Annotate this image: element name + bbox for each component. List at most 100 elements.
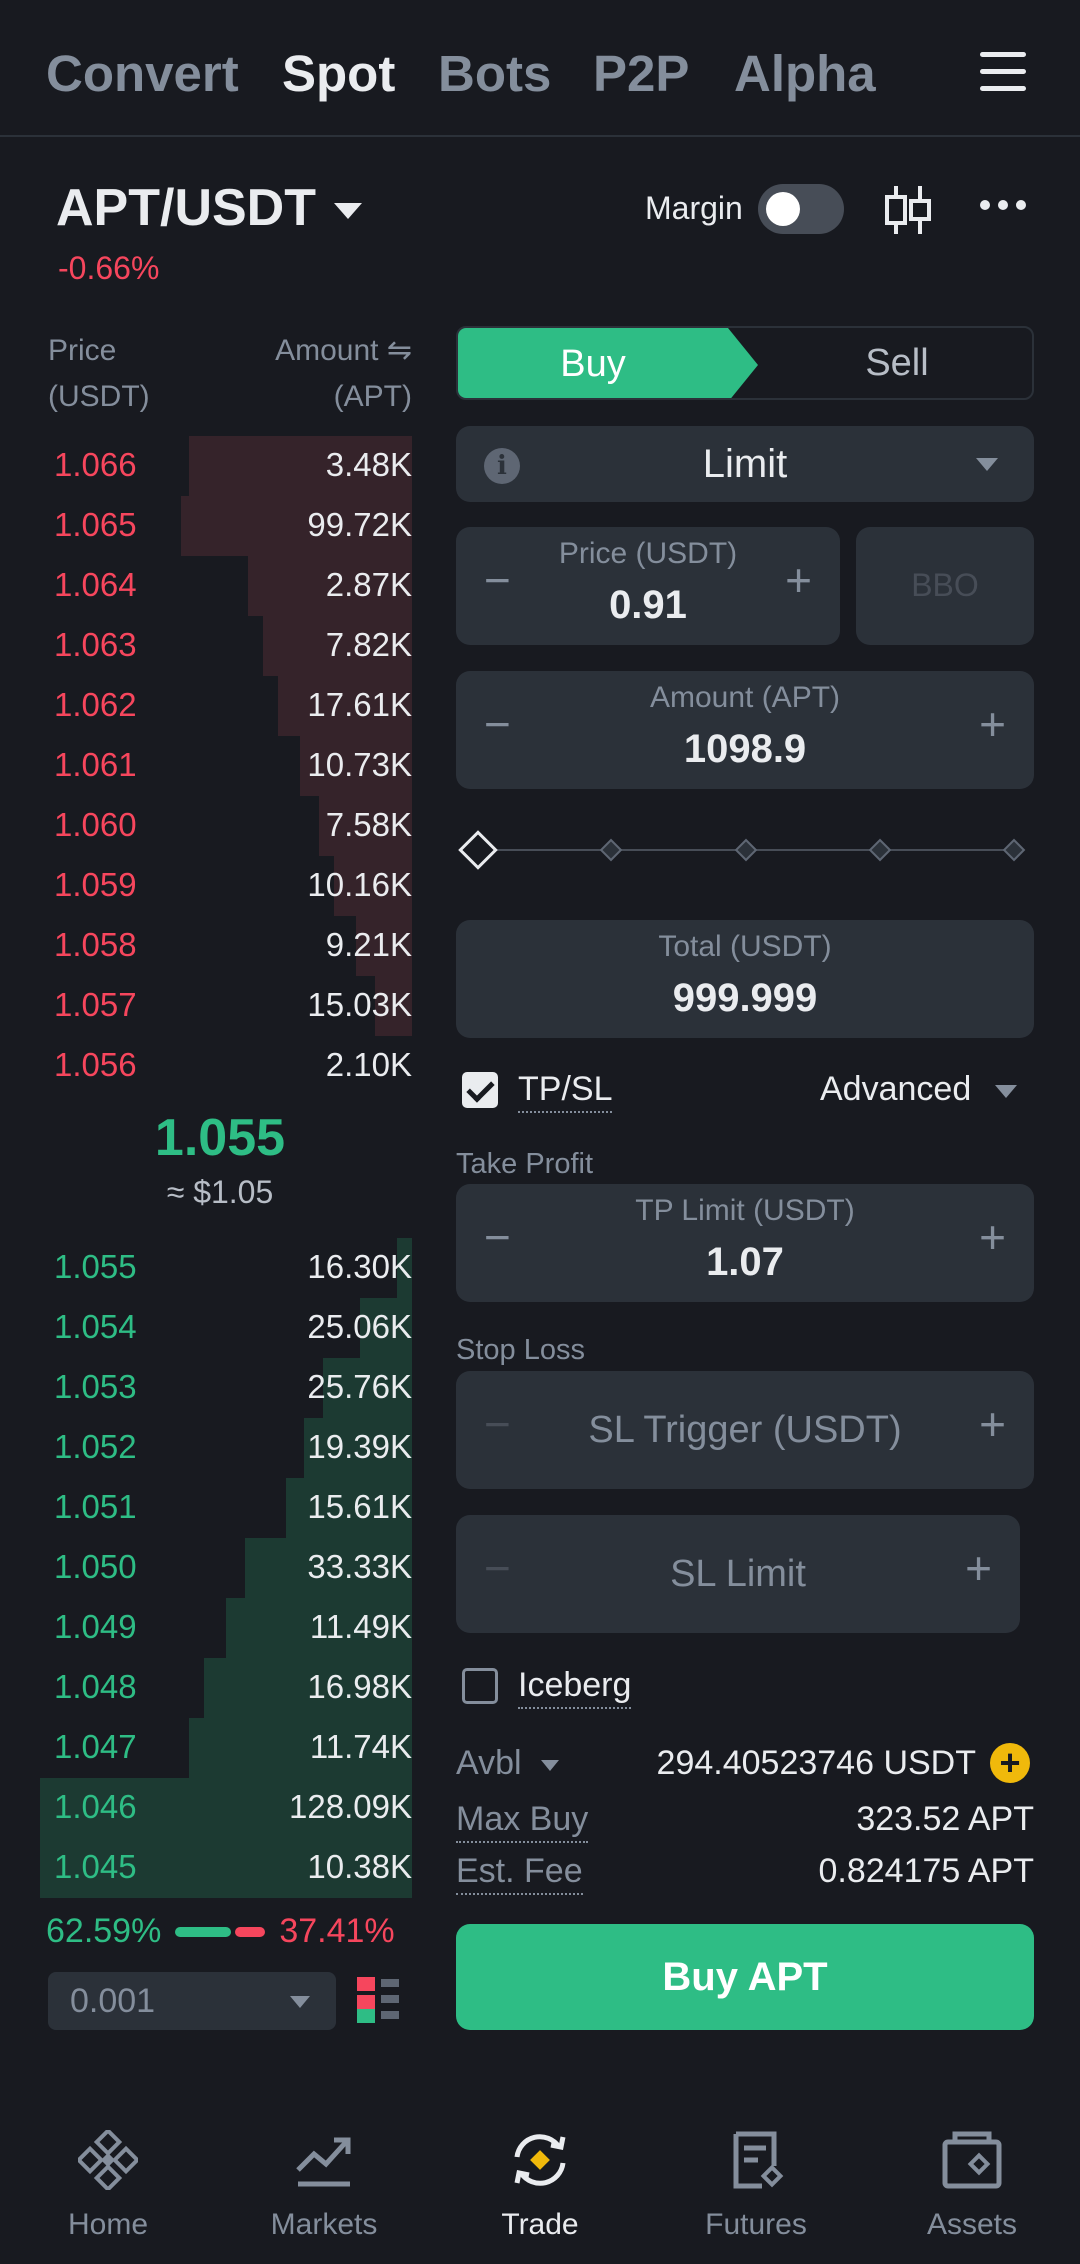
bid-row[interactable]: 1.045 10.38K	[40, 1838, 412, 1898]
candlestick-chart-icon[interactable]	[884, 184, 932, 236]
bid-amount: 10.38K	[307, 1848, 412, 1885]
ask-row[interactable]: 1.064 2.87K	[40, 556, 412, 616]
bid-row[interactable]: 1.054 25.06K	[40, 1298, 412, 1358]
iceberg-checkbox[interactable]	[462, 1668, 498, 1704]
tab-convert[interactable]: Convert	[46, 44, 239, 103]
slider-mark-50[interactable]	[734, 838, 758, 862]
price-increment-button[interactable]: +	[785, 553, 812, 607]
amount-increment-button[interactable]: +	[979, 697, 1006, 751]
bid-amount: 11.74K	[309, 1728, 412, 1765]
ask-row[interactable]: 1.065 99.72K	[40, 496, 412, 556]
bid-amount: 16.98K	[307, 1668, 412, 1705]
bid-row[interactable]: 1.047 11.74K	[40, 1718, 412, 1778]
price-field[interactable]: − Price (USDT) 0.91 +	[456, 527, 840, 645]
total-field[interactable]: Total (USDT) 999.999	[456, 920, 1034, 1038]
menu-icon[interactable]	[980, 52, 1026, 92]
ask-row[interactable]: 1.066 3.48K	[40, 436, 412, 496]
price-value[interactable]: 0.91	[456, 583, 840, 628]
bid-price: 1.055	[54, 1248, 137, 1285]
tab-alpha[interactable]: Alpha	[734, 44, 876, 103]
sl-trigger-field[interactable]: − SL Trigger (USDT) +	[456, 1371, 1034, 1489]
take-profit-label: Take Profit	[456, 1148, 593, 1180]
ask-row[interactable]: 1.063 7.82K	[40, 616, 412, 676]
tp-limit-value[interactable]: 1.07	[456, 1240, 1034, 1285]
bid-row[interactable]: 1.052 19.39K	[40, 1418, 412, 1478]
margin-toggle[interactable]	[758, 184, 844, 234]
advanced-select[interactable]: Advanced	[820, 1070, 1017, 1109]
precision-select[interactable]: 0.001	[48, 1972, 336, 2030]
nav-home-label: Home	[67, 2208, 149, 2241]
sell-tab[interactable]: Sell	[758, 328, 1032, 398]
tp-limit-field[interactable]: − TP Limit (USDT) 1.07 +	[456, 1184, 1034, 1302]
slider-mark-25[interactable]	[599, 838, 623, 862]
bid-row[interactable]: 1.046 128.09K	[40, 1778, 412, 1838]
tp-increment-button[interactable]: +	[979, 1210, 1006, 1264]
ask-price: 1.063	[54, 626, 137, 663]
bid-row[interactable]: 1.048 16.98K	[40, 1658, 412, 1718]
est-fee-value: 0.824175 APT	[818, 1852, 1034, 1890]
nav-assets[interactable]: Assets	[872, 2124, 1072, 2242]
ask-row[interactable]: 1.059 10.16K	[40, 856, 412, 916]
nav-home[interactable]: Home	[8, 2124, 208, 2242]
slider-mark-100[interactable]	[1002, 838, 1026, 862]
amount-value[interactable]: 1098.9	[456, 727, 1034, 772]
ask-amount: 9.21K	[325, 926, 412, 963]
add-funds-icon[interactable]: +	[990, 1743, 1030, 1783]
bid-amount: 11.49K	[309, 1608, 412, 1645]
chevron-down-icon	[976, 458, 998, 471]
sl-limit-increment-button[interactable]: +	[965, 1541, 992, 1595]
ask-row[interactable]: 1.058 9.21K	[40, 916, 412, 976]
tpsl-label[interactable]: TP/SL	[518, 1070, 613, 1113]
amount-field-label: Amount (APT)	[649, 681, 841, 714]
total-value[interactable]: 999.999	[456, 976, 1034, 1021]
ask-price: 1.060	[54, 806, 137, 843]
buy-tab[interactable]: Buy	[458, 328, 758, 398]
tpsl-checkbox[interactable]	[462, 1072, 498, 1108]
more-options-icon[interactable]	[980, 200, 1026, 210]
ask-amount: 2.10K	[325, 1046, 412, 1083]
amount-slider[interactable]	[458, 830, 1026, 870]
ask-row[interactable]: 1.056 2.10K	[40, 1036, 412, 1096]
bid-price: 1.046	[54, 1788, 137, 1825]
buy-sell-ratio: 62.59% 37.41%	[46, 1912, 416, 1951]
sl-limit-placeholder[interactable]: SL Limit	[456, 1553, 1020, 1596]
iceberg-label[interactable]: Iceberg	[518, 1666, 632, 1709]
orderbook-amount-header[interactable]: Amount ⇋ (APT)	[212, 328, 412, 420]
last-price-block[interactable]: 1.055 ≈ $1.05	[40, 1108, 400, 1211]
avbl-select[interactable]: Avbl	[456, 1744, 559, 1783]
ask-price: 1.061	[54, 746, 137, 783]
bid-amount: 19.39K	[307, 1428, 412, 1465]
bbo-button[interactable]: BBO	[856, 527, 1034, 645]
sl-trigger-increment-button[interactable]: +	[979, 1397, 1006, 1451]
orderbook-layout-icon[interactable]	[357, 1975, 403, 2025]
bid-price: 1.049	[54, 1608, 137, 1645]
slider-handle[interactable]	[458, 830, 498, 870]
ask-row[interactable]: 1.061 10.73K	[40, 736, 412, 796]
slider-mark-75[interactable]	[868, 838, 892, 862]
order-type-select[interactable]: i Limit	[456, 426, 1034, 502]
ask-row[interactable]: 1.060 7.58K	[40, 796, 412, 856]
est-fee-label[interactable]: Est. Fee	[456, 1852, 583, 1895]
ask-row[interactable]: 1.057 15.03K	[40, 976, 412, 1036]
bid-row[interactable]: 1.050 33.33K	[40, 1538, 412, 1598]
buy-apt-button[interactable]: Buy APT	[456, 1924, 1034, 2030]
home-icon	[8, 2124, 208, 2196]
sl-limit-field[interactable]: − SL Limit +	[456, 1515, 1020, 1633]
nav-trade[interactable]: Trade	[440, 2124, 640, 2242]
amount-field[interactable]: − Amount (APT) 1098.9 +	[456, 671, 1034, 789]
bid-row[interactable]: 1.051 15.61K	[40, 1478, 412, 1538]
ask-row[interactable]: 1.062 17.61K	[40, 676, 412, 736]
sl-trigger-placeholder[interactable]: SL Trigger (USDT)	[456, 1409, 1034, 1452]
bid-price: 1.054	[54, 1308, 137, 1345]
nav-futures[interactable]: Futures	[656, 2124, 856, 2242]
nav-markets[interactable]: Markets	[224, 2124, 424, 2242]
tab-bots[interactable]: Bots	[438, 44, 551, 103]
tab-spot[interactable]: Spot	[282, 44, 395, 103]
tab-p2p[interactable]: P2P	[593, 44, 689, 103]
bid-row[interactable]: 1.053 25.76K	[40, 1358, 412, 1418]
amount-header-label: Amount ⇋	[275, 334, 412, 367]
max-buy-label[interactable]: Max Buy	[456, 1800, 589, 1843]
bid-row[interactable]: 1.055 16.30K	[40, 1238, 412, 1298]
pair-selector[interactable]: APT/USDT	[56, 178, 362, 238]
bid-row[interactable]: 1.049 11.49K	[40, 1598, 412, 1658]
